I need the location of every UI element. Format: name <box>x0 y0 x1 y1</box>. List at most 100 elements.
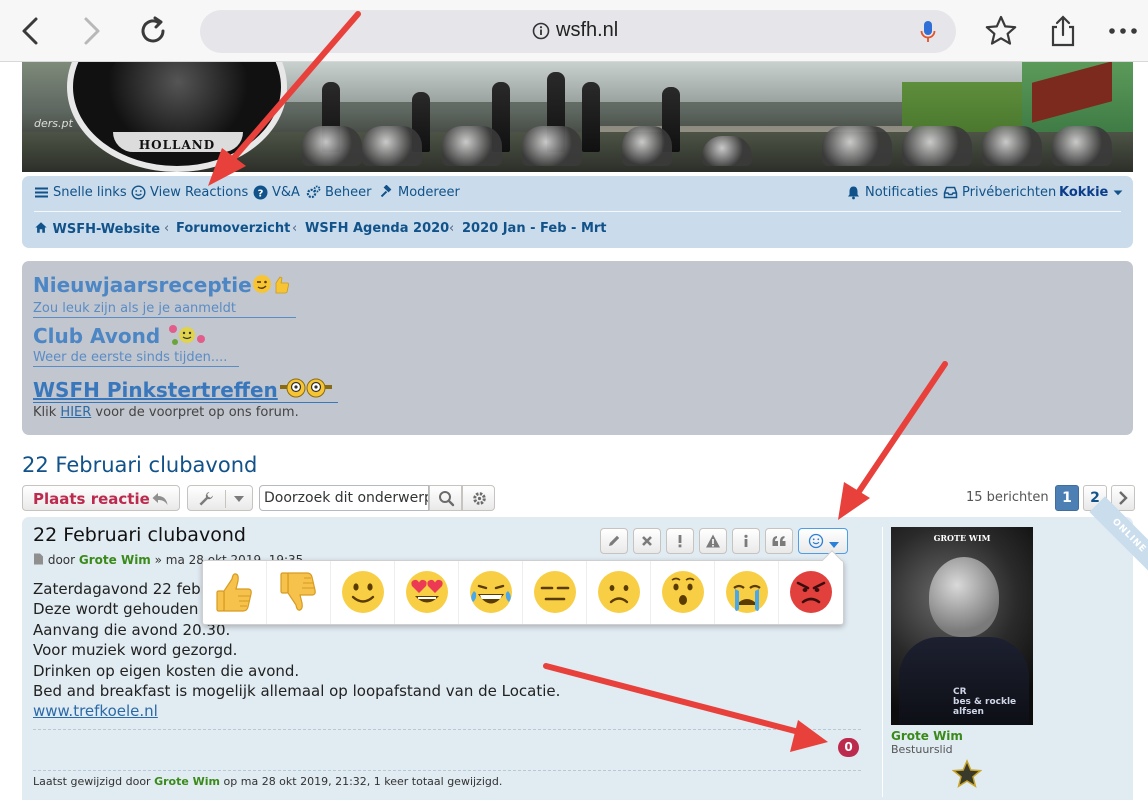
hamburger-icon <box>35 187 48 198</box>
caret-down-icon <box>829 542 839 548</box>
more-options-icon[interactable] <box>1106 14 1140 48</box>
profile-username[interactable]: Grote Wim <box>891 729 963 743</box>
reaction-crying[interactable] <box>715 561 779 624</box>
breadcrumb-home[interactable]: WSFH-Website <box>34 221 160 237</box>
question-icon: ? <box>253 185 268 200</box>
admin-link[interactable]: Beheer <box>306 185 372 200</box>
thumbs-down-icon <box>280 572 316 611</box>
info-icon <box>744 534 748 547</box>
caret-down-icon <box>234 496 244 502</box>
banner-watermark: ders.pt <box>34 117 73 130</box>
post-title[interactable]: 22 Februari clubavond <box>33 524 246 546</box>
exclamation-icon <box>678 535 682 548</box>
moderate-link[interactable]: Modereer <box>379 185 460 200</box>
bell-icon <box>848 186 859 200</box>
announcement-title-2[interactable]: Club Avond <box>33 323 207 348</box>
private-messages-link[interactable]: Privéberichten <box>943 185 1056 200</box>
announcement-title-1[interactable]: Nieuwjaarsreceptie <box>33 273 292 297</box>
address-bar[interactable]: wsfh.nl <box>200 10 956 53</box>
forum-navbar: Snelle links View Reactions ? V&A Beheer… <box>22 176 1133 248</box>
inbox-icon <box>943 186 958 199</box>
report-post-button[interactable] <box>666 528 694 554</box>
trefkoele-link[interactable]: www.trefkoele.nl <box>33 701 560 721</box>
surprised-emoji-icon <box>662 571 704 613</box>
reaction-count-badge[interactable]: 0 <box>838 738 859 757</box>
laugh-tears-emoji-icon <box>470 571 512 613</box>
search-button[interactable] <box>429 485 462 511</box>
post-reply-button[interactable]: Plaats reactie <box>22 485 180 511</box>
user-menu[interactable]: Kokkie <box>1059 185 1124 200</box>
back-icon[interactable] <box>14 14 48 48</box>
topic-tools-button[interactable] <box>187 485 253 511</box>
announcement-subtitle-3: Klik HIER voor de voorpret op ons forum. <box>33 405 299 420</box>
post-info-button[interactable] <box>732 528 760 554</box>
bookmark-star-icon[interactable] <box>984 14 1018 48</box>
site-banner: ders.pt HOLLAND <box>22 62 1133 172</box>
topic-search-input[interactable]: Doorzoek dit onderwerp… <box>259 485 429 511</box>
browser-toolbar: wsfh.nl <box>0 0 1148 62</box>
wink-emoji-icon <box>252 275 289 294</box>
warning-icon <box>706 534 720 548</box>
reaction-angry[interactable] <box>779 561 843 624</box>
crying-emoji-icon <box>726 571 768 613</box>
add-reaction-button[interactable] <box>798 528 848 554</box>
gavel-icon <box>380 185 392 198</box>
topic-title[interactable]: 22 Februari clubavond <box>22 453 257 477</box>
smiley-icon <box>808 533 824 549</box>
forward-icon[interactable] <box>74 14 108 48</box>
quote-post-button[interactable] <box>765 528 793 554</box>
announcement-panel: Nieuwjaarsreceptie Zou leuk zijn als je … <box>22 261 1133 435</box>
reload-icon[interactable] <box>136 14 170 48</box>
quote-icon <box>772 536 786 546</box>
post-author-link[interactable]: Grote Wim <box>79 553 151 567</box>
page-1-button[interactable]: 1 <box>1055 485 1079 511</box>
breadcrumb-agenda[interactable]: WSFH Agenda 2020 <box>305 221 449 236</box>
here-link[interactable]: HIER <box>60 405 91 420</box>
profile-rank: Bestuurslid <box>891 743 953 756</box>
reaction-thumbs-up[interactable] <box>203 561 267 624</box>
gears-icon <box>306 185 321 199</box>
rank-star-icon <box>952 759 982 788</box>
warn-user-button[interactable] <box>699 528 727 554</box>
svg-text:?: ? <box>258 188 264 199</box>
reaction-neutral[interactable] <box>523 561 587 624</box>
chevron-right-icon <box>1119 491 1128 505</box>
announcement-subtitle-1[interactable]: Zou leuk zijn als je je aanmeldt <box>33 301 236 316</box>
editor-link[interactable]: Grote Wim <box>154 775 220 788</box>
gear-icon <box>473 492 486 505</box>
url-text: wsfh.nl <box>556 19 619 41</box>
edit-notice: Laatst gewijzigd door Grote Wim op ma 28… <box>33 775 503 788</box>
reaction-laugh[interactable] <box>459 561 523 624</box>
goggles-emoji-icon <box>279 378 332 398</box>
thumbs-up-icon <box>216 573 252 612</box>
breadcrumb-forum-index[interactable]: Forumoverzicht <box>176 221 290 236</box>
close-icon <box>642 536 652 546</box>
frown-emoji-icon <box>598 571 640 613</box>
reaction-heart-eyes[interactable] <box>395 561 459 624</box>
reaction-thumbs-down[interactable] <box>267 561 331 624</box>
delete-post-button[interactable] <box>633 528 661 554</box>
announcement-title-3[interactable]: WSFH Pinkstertreffen <box>33 376 336 402</box>
heart-eyes-emoji-icon <box>406 571 448 613</box>
smiley-icon <box>131 185 146 200</box>
reaction-surprised[interactable] <box>651 561 715 624</box>
caret-down-icon <box>1113 190 1123 196</box>
quick-links-menu[interactable]: Snelle links <box>34 185 127 200</box>
reaction-smile[interactable] <box>331 561 395 624</box>
flower-emoji-icon <box>169 325 206 345</box>
faq-link[interactable]: ? V&A <box>253 185 300 200</box>
edit-post-button[interactable] <box>600 528 628 554</box>
home-icon <box>35 222 47 233</box>
reaction-frown[interactable] <box>587 561 651 624</box>
share-icon[interactable] <box>1046 14 1080 48</box>
reaction-picker <box>202 550 844 625</box>
angry-emoji-icon <box>790 571 832 613</box>
notifications-link[interactable]: Notificaties <box>846 185 938 200</box>
advanced-search-button[interactable] <box>462 485 495 511</box>
microphone-icon[interactable] <box>920 20 936 44</box>
smile-emoji-icon <box>342 571 384 613</box>
view-reactions-link[interactable]: View Reactions <box>131 185 248 200</box>
breadcrumb-period[interactable]: 2020 Jan - Feb - Mrt <box>462 221 607 236</box>
announcement-subtitle-2[interactable]: Weer de eerste sinds tijden.... <box>33 350 227 365</box>
avatar[interactable]: GROTE WIM CR bes & rockle alfsen <box>891 527 1033 725</box>
